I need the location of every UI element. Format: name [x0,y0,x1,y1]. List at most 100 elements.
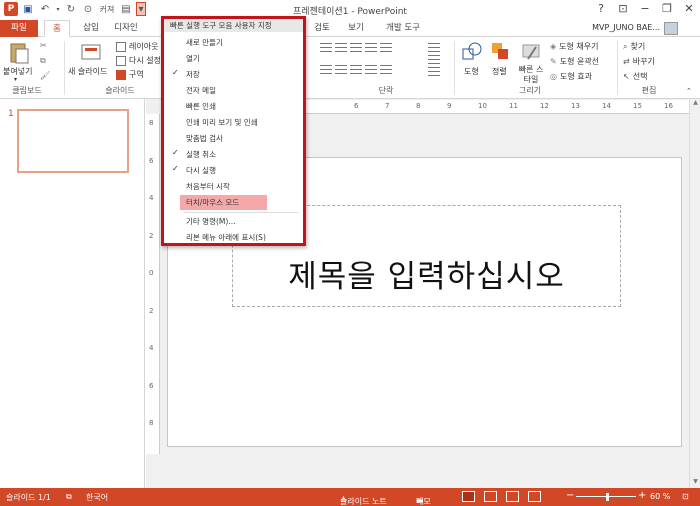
align-right-icon[interactable] [350,65,362,74]
tab-insert[interactable]: 삽입 [78,20,104,37]
cut-icon[interactable]: ✂ [40,41,47,50]
menu-item[interactable]: 열기 [164,51,303,66]
checkmark-icon: ✓ [172,68,179,77]
slide-number: 1 [8,109,14,119]
language-indicator[interactable]: 한국어 [86,492,108,503]
account-name[interactable]: MVP_JUNO BAE... [592,23,660,32]
align-center-icon[interactable] [335,65,347,74]
arrange-icon[interactable] [490,41,512,63]
paste-dropdown-icon[interactable]: ▾ [14,76,17,83]
group-label-clipboard: 클립보드 [12,86,42,95]
ribbon-display-icon[interactable]: ⊡ [616,2,630,15]
shape-fill-button[interactable]: ◈ 도형 채우기 [550,41,599,52]
ruler-number: 13 [571,102,580,110]
checkmark-icon: ✓ [172,148,179,157]
find-button[interactable]: ⌕ 찾기 [623,41,645,52]
status-bar: 슬라이드 1/1 ⧉ 한국어 ≜ 슬라이드 노트 ▬ 메모 − + 60 % ⊡ [0,488,700,506]
minimize-icon[interactable]: − [638,2,652,15]
scroll-up-icon[interactable]: ▲ [690,99,700,109]
format-painter-icon[interactable]: 🖌 [40,71,50,80]
tab-review[interactable]: 검토 [309,20,335,37]
menu-item[interactable]: 실행 취소 [164,147,303,162]
menu-item[interactable]: 맞춤법 검사 [164,131,303,146]
customize-qat-menu: 빠른 실행 도구 모음 사용자 지정 새로 만들기 열기 저장 ✓ 전자 메일 빠른 인쇄… [161,16,306,246]
zoom-in-icon[interactable]: + [638,490,646,501]
shape-effects-button[interactable]: ◎ 도형 효과 [550,71,592,82]
close-icon[interactable]: ✕ [682,2,696,15]
menu-item[interactable]: 전자 메일 [164,83,303,98]
window-controls: ? ⊡ − ❐ ✕ [594,2,696,15]
replace-icon: ⇄ [623,57,630,66]
section-button[interactable]: 구역 [116,69,144,80]
help-icon[interactable]: ? [594,2,608,15]
layout-button[interactable]: 레이아웃 [116,41,158,52]
collapse-ribbon-icon[interactable]: ⌃ [686,87,692,95]
slide-sorter-button[interactable] [484,491,497,502]
menu-item[interactable]: 저장 [164,67,303,82]
justify-icon[interactable] [365,65,377,74]
slide-thumbnail[interactable] [17,109,129,173]
shape-outline-button[interactable]: ✎ 도형 윤곽선 [550,56,599,67]
ruler-number: 9 [447,102,452,110]
quick-styles-icon[interactable] [520,41,542,63]
menu-item[interactable]: 빠른 인쇄 [164,99,303,114]
ruler-number: 16 [664,102,673,110]
tab-file[interactable]: 파일 [0,20,38,37]
fit-slide-icon[interactable]: ⊡ [682,492,689,501]
zoom-out-icon[interactable]: − [566,490,574,501]
new-slide-icon[interactable] [80,42,102,64]
ruler-number: 0 [149,269,154,277]
scroll-down-icon[interactable]: ▼ [690,478,700,488]
line-spacing-icon[interactable] [380,43,392,52]
tab-developer[interactable]: 개발 도구 [381,20,425,37]
bullets-icon[interactable] [320,43,332,52]
spelling-icon[interactable]: ⧉ [66,492,72,502]
ribbon-tabs: 파일 홈 삽입 디자인 검토 보기 개발 도구 MVP_JUNO BAE... [0,20,700,37]
decrease-indent-icon[interactable] [350,43,362,52]
paste-icon[interactable] [8,42,30,64]
shapes-icon[interactable] [461,41,483,63]
numbering-icon[interactable] [335,43,347,52]
menu-item[interactable]: 처음부터 시작 [164,179,303,194]
arrange-button[interactable]: 정렬 [492,66,507,77]
distribute-icon[interactable] [380,65,392,74]
group-label-drawing: 그리기 [518,86,542,95]
shapes-button[interactable]: 도형 [464,66,479,77]
menu-item[interactable]: 인쇄 미리 보기 및 인쇄 [164,115,303,130]
pen-icon: ✎ [550,57,557,66]
vertical-scrollbar[interactable]: ▲ ▼ [689,99,700,488]
copy-icon[interactable]: ⧉ [40,56,46,66]
ruler-number: 8 [149,119,154,127]
menu-item[interactable]: 새로 만들기 [164,35,303,50]
tab-view[interactable]: 보기 [343,20,369,37]
slideshow-button[interactable] [528,491,541,502]
quick-styles-button[interactable]: 빠른 스타일 [518,65,544,85]
menu-item[interactable]: 기타 명령(M)... [164,214,303,229]
ruler-number: 11 [509,102,518,110]
normal-view-button[interactable] [462,491,475,502]
select-button[interactable]: ↖ 선택 [623,71,647,82]
reading-view-button[interactable] [506,491,519,502]
avatar[interactable] [664,22,678,35]
text-direction-icon[interactable] [428,43,440,52]
replace-button[interactable]: ⇄ 바꾸기 [623,56,655,67]
ruler-number: 8 [149,419,154,427]
paste-button[interactable]: 붙여넣기 [3,66,32,77]
checkmark-icon: ✓ [172,164,179,173]
restore-icon[interactable]: ❐ [660,2,674,15]
align-left-icon[interactable] [320,65,332,74]
menu-item[interactable]: 다시 실행 [164,163,303,178]
menu-item[interactable]: 터치/마우스 모드 [180,195,267,210]
ruler-number: 15 [633,102,642,110]
smartart-icon[interactable] [428,67,440,76]
new-slide-button[interactable]: 새 슬라이드 [68,66,107,77]
section-icon [116,69,126,80]
zoom-level[interactable]: 60 % [650,492,670,501]
menu-item[interactable]: 리본 메뉴 아래에 표시(S) [164,230,303,245]
align-text-icon[interactable] [428,55,440,64]
zoom-slider-handle[interactable] [606,493,609,501]
reset-button[interactable]: 다시 설정 [116,55,161,66]
tab-design[interactable]: 디자인 [110,20,142,37]
tab-home[interactable]: 홈 [44,20,70,37]
increase-indent-icon[interactable] [365,43,377,52]
